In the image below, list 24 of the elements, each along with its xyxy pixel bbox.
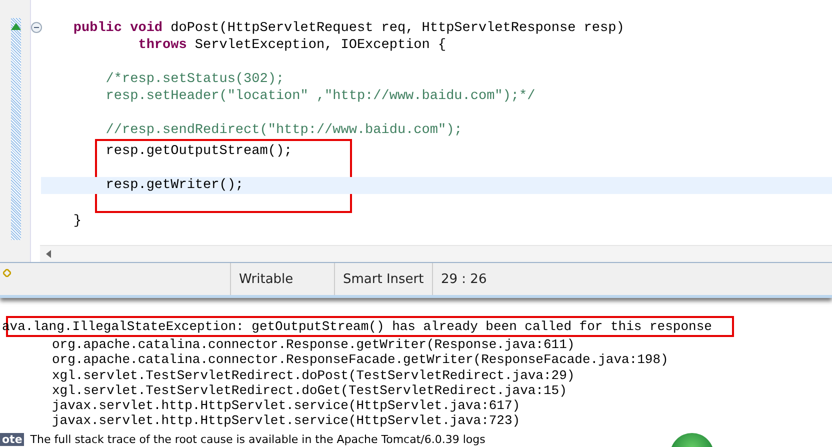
code-line: //resp.sendRedirect("http://www.baidu.com"); bbox=[104, 122, 464, 139]
left-arrow-icon[interactable] bbox=[46, 250, 52, 258]
stack-trace-line: org.apache.catalina.connector.ResponseFacade.getWriter(ResponseFacade.java:198) bbox=[51, 352, 670, 368]
code-line: resp.setHeader("location" ,"http://www.baidu.com");*/ bbox=[104, 88, 536, 105]
code-line: /*resp.setStatus(302); bbox=[104, 71, 286, 88]
code-line: public void doPost(HttpServletRequest req, HttpServletResponse resp) bbox=[72, 20, 626, 37]
code-editor[interactable] bbox=[0, 0, 832, 263]
triangle-icon bbox=[11, 23, 21, 30]
stack-trace-line: xgl.servlet.TestServletRedirect.doPost(TestServletRedirect.java:29) bbox=[51, 368, 576, 383]
status-field: Writable bbox=[230, 263, 334, 295]
horizontal-scrollbar[interactable] bbox=[40, 245, 832, 262]
stack-trace-line: javax.servlet.http.HttpServlet.service(HttpServlet.java:617) bbox=[51, 398, 522, 414]
status-field: Smart Insert bbox=[334, 263, 432, 295]
code-line: throws ServletException, IOException { bbox=[137, 37, 448, 54]
stack-trace-line: org.apache.catalina.connector.Response.getWriter(Response.java:611) bbox=[51, 337, 576, 352]
note-label: ote bbox=[0, 432, 24, 446]
note-text: The full stack trace of the root cause is available in the Apache Tomcat/6.0.39 logs bbox=[30, 432, 486, 446]
code-line: resp.getOutputStream(); bbox=[104, 143, 294, 160]
diamond-icon bbox=[3, 269, 11, 277]
collapse-icon[interactable] bbox=[31, 22, 42, 33]
stack-trace-line: xgl.servlet.TestServletRedirect.doGet(TestServletRedirect.java:15) bbox=[51, 382, 568, 398]
status-field: 29 : 26 bbox=[432, 263, 536, 295]
stack-trace-line: javax.servlet.http.HttpServlet.service(HttpServlet.java:723) bbox=[51, 413, 522, 429]
code-line: } bbox=[72, 213, 83, 230]
